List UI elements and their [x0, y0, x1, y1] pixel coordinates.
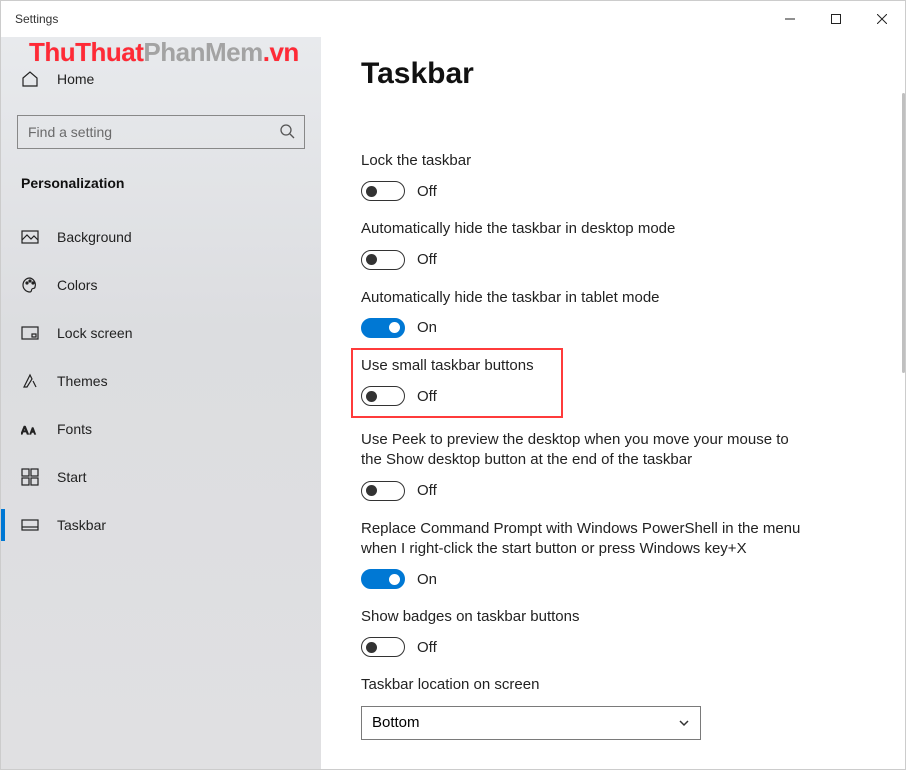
search-input[interactable]: [17, 115, 305, 149]
option-autohide-tablet: Automatically hide the taskbar in tablet…: [361, 288, 865, 338]
option-label: Use Peek to preview the desktop when you…: [361, 430, 801, 471]
highlight-box: Use small taskbar buttons Off: [351, 348, 563, 418]
maximize-button[interactable]: [813, 3, 859, 35]
themes-icon: [21, 372, 39, 390]
toggle-powershell[interactable]: [361, 569, 405, 589]
svg-text:A: A: [30, 427, 36, 436]
option-combine: Combine taskbar buttons: [361, 766, 865, 770]
taskbar-icon: [21, 516, 39, 534]
toggle-state: Off: [417, 388, 437, 405]
select-taskbar-location[interactable]: Bottom: [361, 706, 701, 740]
scrollbar[interactable]: [895, 93, 905, 769]
sidebar-item-label: Lock screen: [57, 325, 132, 341]
toggle-state: On: [417, 319, 437, 336]
fonts-icon: AA: [21, 420, 39, 438]
option-small-buttons: Use small taskbar buttons Off: [361, 356, 553, 406]
search-icon: [279, 123, 295, 139]
toggle-state: On: [417, 571, 437, 588]
page-title: Taskbar: [361, 57, 865, 91]
sidebar-item-lockscreen[interactable]: Lock screen: [1, 309, 321, 357]
window-title: Settings: [1, 12, 58, 26]
sidebar-item-background[interactable]: Background: [1, 213, 321, 261]
sidebar-item-start[interactable]: Start: [1, 453, 321, 501]
toggle-state: Off: [417, 639, 437, 656]
nav-home[interactable]: Home: [1, 55, 321, 103]
sidebar-item-label: Background: [57, 229, 132, 245]
close-icon: [877, 14, 887, 24]
option-peek: Use Peek to preview the desktop when you…: [361, 430, 865, 501]
option-autohide-desktop: Automatically hide the taskbar in deskto…: [361, 219, 865, 269]
svg-text:A: A: [21, 425, 29, 437]
toggle-state: Off: [417, 482, 437, 499]
option-label: Taskbar location on screen: [361, 675, 801, 695]
sidebar-item-label: Colors: [57, 277, 97, 293]
maximize-icon: [831, 14, 841, 24]
section-label: Personalization: [1, 155, 321, 203]
chevron-down-icon: [678, 717, 690, 729]
option-label: Show badges on taskbar buttons: [361, 607, 801, 627]
sidebar-item-colors[interactable]: Colors: [1, 261, 321, 309]
sidebar-item-taskbar[interactable]: Taskbar: [1, 501, 321, 549]
option-label: Use small taskbar buttons: [361, 356, 553, 376]
close-button[interactable]: [859, 3, 905, 35]
select-value: Bottom: [372, 714, 420, 731]
sidebar-item-themes[interactable]: Themes: [1, 357, 321, 405]
nav-home-label: Home: [57, 71, 94, 87]
option-label: Lock the taskbar: [361, 151, 801, 171]
sidebar-item-label: Start: [57, 469, 87, 485]
picture-icon: [21, 228, 39, 246]
toggle-autohide-tablet[interactable]: [361, 318, 405, 338]
home-icon: [21, 70, 39, 88]
sidebar: ThuThuatPhanMem.vn Home Personalization …: [1, 37, 321, 769]
toggle-autohide-desktop[interactable]: [361, 250, 405, 270]
lockscreen-icon: [21, 324, 39, 342]
sidebar-item-label: Taskbar: [57, 517, 106, 533]
option-label: Automatically hide the taskbar in deskto…: [361, 219, 801, 239]
toggle-state: Off: [417, 183, 437, 200]
minimize-button[interactable]: [767, 3, 813, 35]
sidebar-item-label: Fonts: [57, 421, 92, 437]
palette-icon: [21, 276, 39, 294]
option-label: Replace Command Prompt with Windows Powe…: [361, 519, 801, 560]
toggle-badges[interactable]: [361, 637, 405, 657]
minimize-icon: [785, 14, 795, 24]
toggle-state: Off: [417, 251, 437, 268]
toggle-small-buttons[interactable]: [361, 386, 405, 406]
option-powershell: Replace Command Prompt with Windows Powe…: [361, 519, 865, 590]
option-badges: Show badges on taskbar buttons Off: [361, 607, 865, 657]
toggle-lock-taskbar[interactable]: [361, 181, 405, 201]
start-icon: [21, 468, 39, 486]
toggle-peek[interactable]: [361, 481, 405, 501]
sidebar-item-fonts[interactable]: AA Fonts: [1, 405, 321, 453]
content-area: Taskbar Lock the taskbar Off Automatical…: [321, 37, 905, 769]
option-taskbar-location: Taskbar location on screen Bottom: [361, 675, 865, 739]
option-label: Automatically hide the taskbar in tablet…: [361, 288, 801, 308]
option-lock-taskbar: Lock the taskbar Off: [361, 151, 865, 201]
title-bar: Settings: [1, 1, 905, 37]
sidebar-item-label: Themes: [57, 373, 108, 389]
option-label: Combine taskbar buttons: [361, 766, 801, 770]
